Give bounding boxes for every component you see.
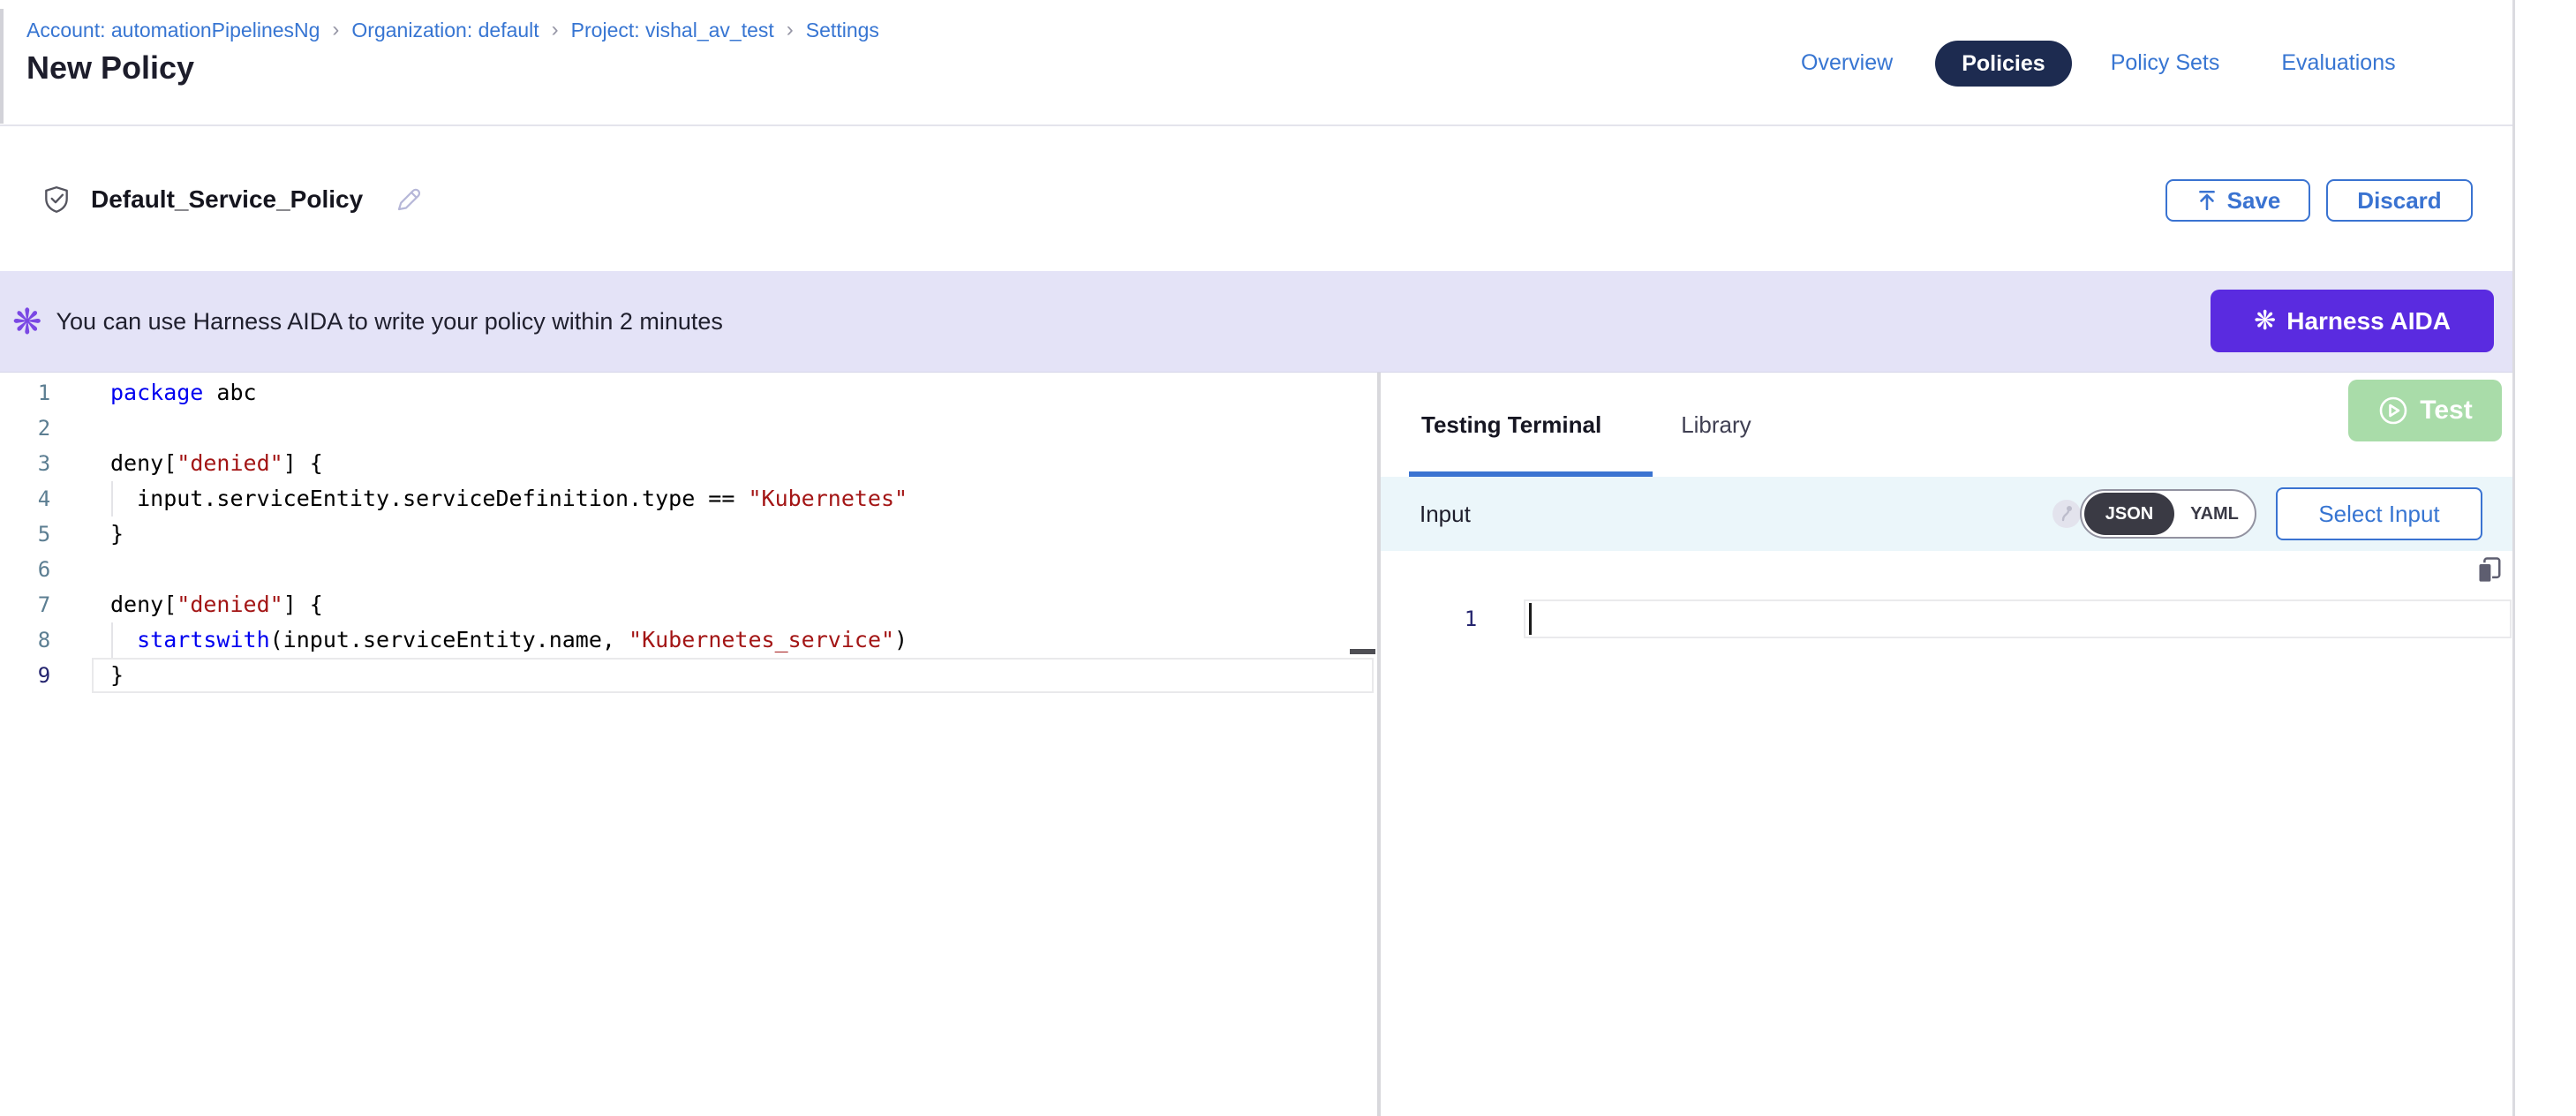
save-button-label: Save: [2227, 187, 2281, 215]
aida-button-label: Harness AIDA: [2286, 307, 2451, 336]
upload-icon: [2196, 189, 2218, 212]
breadcrumb: Account: automationPipelinesNg › Organiz…: [26, 18, 879, 42]
top-nav: Overview Policies Policy Sets Evaluation…: [1801, 0, 2396, 126]
line-number: 5: [0, 517, 88, 552]
page-title: New Policy: [26, 49, 194, 87]
tab-library[interactable]: Library: [1681, 411, 1751, 439]
policy-name: Default_Service_Policy: [91, 185, 363, 214]
code-lines: 1package abc23deny["denied"] {4 input.se…: [0, 375, 1377, 693]
shield-check-icon: [41, 185, 72, 215]
input-header-bar: Input JSON YAML Select Input: [1381, 477, 2512, 551]
tab-testing-terminal[interactable]: Testing Terminal: [1421, 411, 1601, 439]
select-input-label: Select Input: [2318, 501, 2439, 528]
text-cursor: [1529, 603, 1532, 635]
save-button[interactable]: Save: [2165, 179, 2310, 222]
page-edge-divider: [0, 9, 4, 124]
code-line[interactable]: 1package abc: [0, 375, 1377, 411]
code-line[interactable]: 6: [0, 552, 1377, 587]
line-number: 1: [0, 375, 88, 411]
discard-button-label: Discard: [2357, 187, 2441, 215]
format-toggle-json[interactable]: JSON: [2084, 493, 2174, 535]
code-text: startswith(input.serviceEntity.name, "Ku…: [88, 622, 908, 658]
breadcrumb-separator: ›: [787, 18, 794, 42]
nav-item-policy-sets[interactable]: Policy Sets: [2111, 50, 2220, 76]
code-line[interactable]: 5}: [0, 517, 1377, 552]
code-text: package abc: [88, 375, 257, 411]
format-toggle: JSON YAML: [2080, 489, 2256, 539]
page-right-divider: [2512, 0, 2515, 1116]
breadcrumb-separator: ›: [552, 18, 559, 42]
play-icon: [2377, 395, 2409, 426]
code-text: deny["denied"] {: [88, 587, 323, 622]
code-text: deny["denied"] {: [88, 446, 323, 481]
breadcrumb-project[interactable]: Project: vishal_av_test: [571, 19, 774, 42]
current-line-highlight: [92, 658, 1374, 693]
test-button-label: Test: [2420, 396, 2472, 426]
header-actions: Save Discard: [2165, 179, 2473, 222]
input-line-number: 1: [1451, 599, 1490, 638]
nav-item-evaluations[interactable]: Evaluations: [2281, 50, 2395, 76]
code-line[interactable]: 4 input.serviceEntity.serviceDefinition.…: [0, 481, 1377, 517]
code-line[interactable]: 3deny["denied"] {: [0, 446, 1377, 481]
policy-code-editor[interactable]: 1package abc23deny["denied"] {4 input.se…: [0, 373, 1377, 1116]
breadcrumb-organization[interactable]: Organization: default: [351, 19, 539, 42]
input-current-line[interactable]: [1524, 599, 2512, 638]
code-text: [88, 411, 110, 446]
indent-guide: [111, 622, 113, 658]
select-input-button[interactable]: Select Input: [2276, 487, 2482, 540]
breadcrumb-settings[interactable]: Settings: [806, 19, 879, 42]
copy-icon[interactable]: [2474, 554, 2505, 586]
nav-item-overview[interactable]: Overview: [1801, 50, 1893, 76]
aida-flower-icon: ❋: [12, 305, 42, 340]
policy-toolbar: Default_Service_Policy Save Discard: [0, 128, 2512, 271]
test-button[interactable]: Test: [2348, 380, 2502, 441]
line-number: 2: [0, 411, 88, 446]
breadcrumb-account[interactable]: Account: automationPipelinesNg: [26, 19, 320, 42]
harness-aida-button[interactable]: ❋ Harness AIDA: [2211, 290, 2494, 352]
aida-banner-message-group: ❋ You can use Harness AIDA to write your…: [12, 271, 723, 373]
line-number: 3: [0, 446, 88, 481]
line-number: 9: [0, 658, 88, 693]
policy-editor-page: Account: automationPipelinesNg › Organiz…: [0, 0, 2576, 1116]
line-number: 8: [0, 622, 88, 658]
code-line[interactable]: 2: [0, 411, 1377, 446]
aida-banner-message: You can use Harness AIDA to write your p…: [56, 308, 723, 336]
aida-button-flower-icon: ❋: [2254, 308, 2276, 335]
test-input-editor[interactable]: 1: [1381, 551, 2512, 1116]
breadcrumb-separator: ›: [332, 18, 339, 42]
format-toggle-yaml[interactable]: YAML: [2174, 504, 2255, 524]
line-number: 6: [0, 552, 88, 587]
code-text: [88, 552, 110, 587]
terminal-tabs: Testing Terminal Library: [1381, 373, 2512, 477]
nav-item-policies[interactable]: Policies: [1935, 41, 2072, 87]
overview-ruler-cursor-marker: [1350, 649, 1375, 654]
testing-panel: Testing Terminal Library Test Input: [1381, 373, 2512, 1116]
main-area: 1package abc23deny["denied"] {4 input.se…: [0, 373, 2512, 1116]
aida-banner: ❋ You can use Harness AIDA to write your…: [0, 271, 2512, 373]
line-number: 7: [0, 587, 88, 622]
indent-guide: [111, 481, 113, 517]
page-header: Account: automationPipelinesNg › Organiz…: [0, 0, 2512, 126]
edit-pencil-icon[interactable]: [395, 185, 423, 214]
input-label: Input: [1420, 477, 1471, 551]
code-line[interactable]: 7deny["denied"] {: [0, 587, 1377, 622]
code-line[interactable]: 8 startswith(input.serviceEntity.name, "…: [0, 622, 1377, 658]
line-number: 4: [0, 481, 88, 517]
expand-input-icon: [2052, 499, 2082, 529]
code-text: input.serviceEntity.serviceDefinition.ty…: [88, 481, 908, 517]
policy-name-group: Default_Service_Policy: [41, 128, 423, 271]
code-text: }: [88, 517, 124, 552]
discard-button[interactable]: Discard: [2326, 179, 2473, 222]
